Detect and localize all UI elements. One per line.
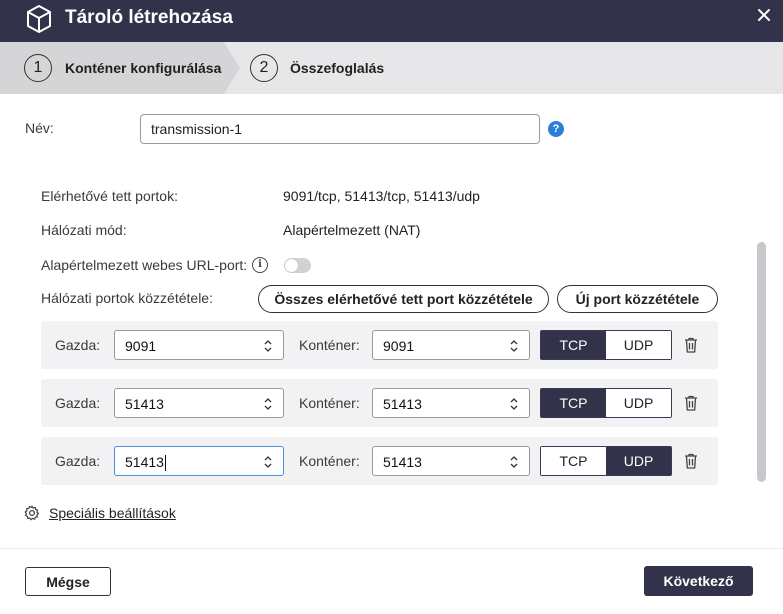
port-mapping-row-1: Gazda: 9091 Konténer: 9091 TCP UDP <box>41 321 718 369</box>
host-label: Gazda: <box>55 453 101 469</box>
new-port-button[interactable]: Új port közzététele <box>557 285 718 313</box>
step-1-label: Konténer konfigurálása <box>65 60 222 76</box>
close-icon[interactable] <box>754 5 774 25</box>
protocol-tcp[interactable]: TCP <box>541 447 606 475</box>
stepper-icon[interactable] <box>509 395 519 413</box>
network-mode-value: Alapértelmezett (NAT) <box>283 222 421 238</box>
container-label: Konténer: <box>299 337 360 353</box>
host-label: Gazda: <box>55 337 101 353</box>
protocol-toggle: TCP UDP <box>540 446 672 476</box>
info-icon[interactable]: i <box>252 257 268 273</box>
protocol-toggle: TCP UDP <box>540 388 672 418</box>
name-input[interactable] <box>140 114 540 144</box>
protocol-tcp[interactable]: TCP <box>541 389 606 417</box>
stepper-icon[interactable] <box>509 337 519 355</box>
stepper-icon[interactable] <box>263 337 273 355</box>
container-port-input[interactable]: 51413 <box>372 446 530 476</box>
exposed-ports-value: 9091/tcp, 51413/tcp, 51413/udp <box>283 188 480 204</box>
protocol-toggle: TCP UDP <box>540 330 672 360</box>
cancel-button[interactable]: Mégse <box>25 567 111 596</box>
port-mapping-row-3: Gazda: 51413 Konténer: 51413 TCP UDP <box>41 437 718 485</box>
host-port-input[interactable]: 9091 <box>114 330 284 360</box>
host-port-input[interactable]: 51413 <box>114 388 284 418</box>
protocol-udp[interactable]: UDP <box>606 389 671 417</box>
protocol-udp[interactable]: UDP <box>606 447 671 475</box>
publish-all-ports-button[interactable]: Összes elérhetővé tett port közzététele <box>258 285 549 313</box>
host-port-value: 51413 <box>125 396 164 412</box>
host-port-value: 51413 <box>125 447 166 477</box>
toggle-knob <box>285 259 298 272</box>
step-2-label: Összefoglalás <box>290 60 385 76</box>
footer-divider <box>0 548 783 549</box>
host-port-input[interactable]: 51413 <box>114 446 284 476</box>
dialog-titlebar: Tároló létrehozása <box>0 0 783 42</box>
port-mapping-row-2: Gazda: 51413 Konténer: 51413 TCP UDP <box>41 379 718 427</box>
help-icon[interactable]: ? <box>548 121 564 137</box>
cube-icon <box>27 5 51 33</box>
container-port-input[interactable]: 9091 <box>372 330 530 360</box>
host-label: Gazda: <box>55 395 101 411</box>
web-url-port-toggle[interactable] <box>284 258 311 273</box>
container-port-value: 51413 <box>383 454 422 470</box>
gear-icon[interactable] <box>24 505 40 521</box>
vertical-scrollbar[interactable] <box>757 242 766 482</box>
publish-ports-label: Hálózati portok közzététele: <box>41 290 213 306</box>
stepper-icon[interactable] <box>263 453 273 471</box>
container-port-input[interactable]: 51413 <box>372 388 530 418</box>
network-mode-label: Hálózati mód: <box>41 222 127 238</box>
text-caret <box>164 455 166 472</box>
step-2-number: 2 <box>250 54 278 82</box>
protocol-tcp[interactable]: TCP <box>541 331 606 359</box>
next-button[interactable]: Következő <box>644 566 753 596</box>
exposed-ports-label: Elérhetővé tett portok: <box>41 188 178 204</box>
trash-icon[interactable] <box>684 337 698 353</box>
dialog-title: Tároló létrehozása <box>65 7 233 28</box>
advanced-settings-link[interactable]: Speciális beállítások <box>49 505 176 521</box>
trash-icon[interactable] <box>684 453 698 469</box>
web-url-port-label: Alapértelmezett webes URL-port: <box>41 257 248 273</box>
stepper-icon[interactable] <box>263 395 273 413</box>
host-port-value: 9091 <box>125 338 157 354</box>
container-port-value: 9091 <box>383 338 415 354</box>
step-1-number: 1 <box>24 54 52 82</box>
container-port-value: 51413 <box>383 396 422 412</box>
stepper-icon[interactable] <box>509 453 519 471</box>
name-label: Név: <box>25 120 54 136</box>
container-label: Konténer: <box>299 395 360 411</box>
host-port-text: 51413 <box>125 454 164 470</box>
protocol-udp[interactable]: UDP <box>606 331 671 359</box>
wizard-steps: 1 Konténer konfigurálása 2 Összefoglalás <box>0 42 783 94</box>
trash-icon[interactable] <box>684 395 698 411</box>
container-label: Konténer: <box>299 453 360 469</box>
